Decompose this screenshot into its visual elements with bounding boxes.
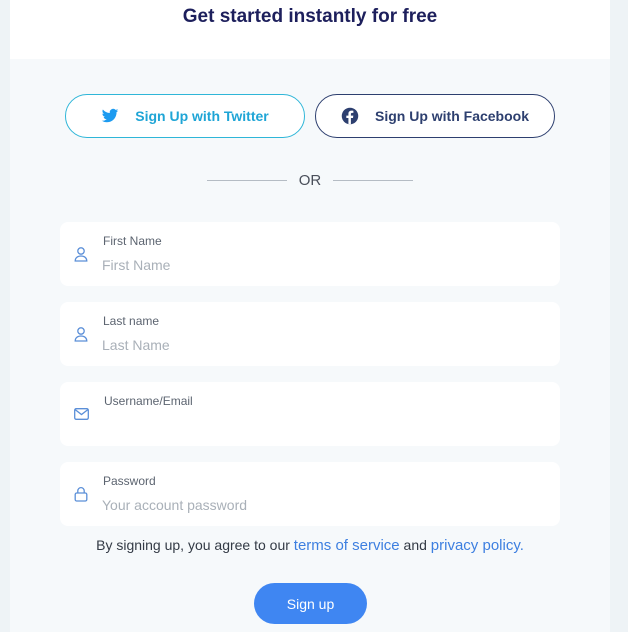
sign-up-button[interactable]: Sign up	[254, 583, 367, 624]
user-icon	[74, 246, 88, 262]
email-input[interactable]	[102, 414, 542, 436]
terms-middle: and	[399, 537, 431, 553]
first-name-input[interactable]	[102, 254, 542, 276]
mail-icon	[74, 407, 89, 423]
twitter-signup-label: Sign Up with Twitter	[135, 108, 269, 124]
twitter-signup-button[interactable]: Sign Up with Twitter	[65, 94, 305, 138]
divider-line-right	[333, 179, 414, 181]
facebook-signup-button[interactable]: Sign Up with Facebook	[315, 94, 555, 138]
last-name-input[interactable]	[102, 334, 542, 356]
first-name-field[interactable]: First Name	[60, 222, 560, 286]
terms-of-service-link[interactable]: terms of service	[294, 537, 400, 554]
or-text: OR	[298, 171, 322, 189]
password-field[interactable]: Password	[60, 462, 560, 526]
or-divider: OR	[10, 170, 610, 190]
header: Get started instantly for free	[10, 0, 610, 59]
signup-card: Get started instantly for free Sign Up w…	[10, 0, 610, 632]
first-name-label: First Name	[103, 234, 162, 248]
password-input[interactable]	[102, 494, 542, 516]
email-label: Username/Email	[104, 394, 193, 408]
privacy-policy-link[interactable]: privacy policy.	[431, 537, 524, 554]
facebook-signup-label: Sign Up with Facebook	[374, 108, 529, 124]
terms-notice: By signing up, you agree to our terms of…	[10, 537, 610, 554]
lock-icon	[74, 486, 88, 502]
terms-prefix: By signing up, you agree to our	[96, 537, 294, 553]
divider-line-left	[206, 179, 287, 181]
page-title: Get started instantly for free	[182, 6, 438, 27]
facebook-icon	[341, 107, 359, 125]
password-label: Password	[103, 474, 156, 488]
last-name-label: Last name	[103, 314, 160, 328]
last-name-field[interactable]: Last name	[60, 302, 560, 366]
twitter-icon	[101, 107, 119, 125]
user-icon	[74, 326, 88, 342]
email-field[interactable]: Username/Email	[60, 382, 560, 446]
